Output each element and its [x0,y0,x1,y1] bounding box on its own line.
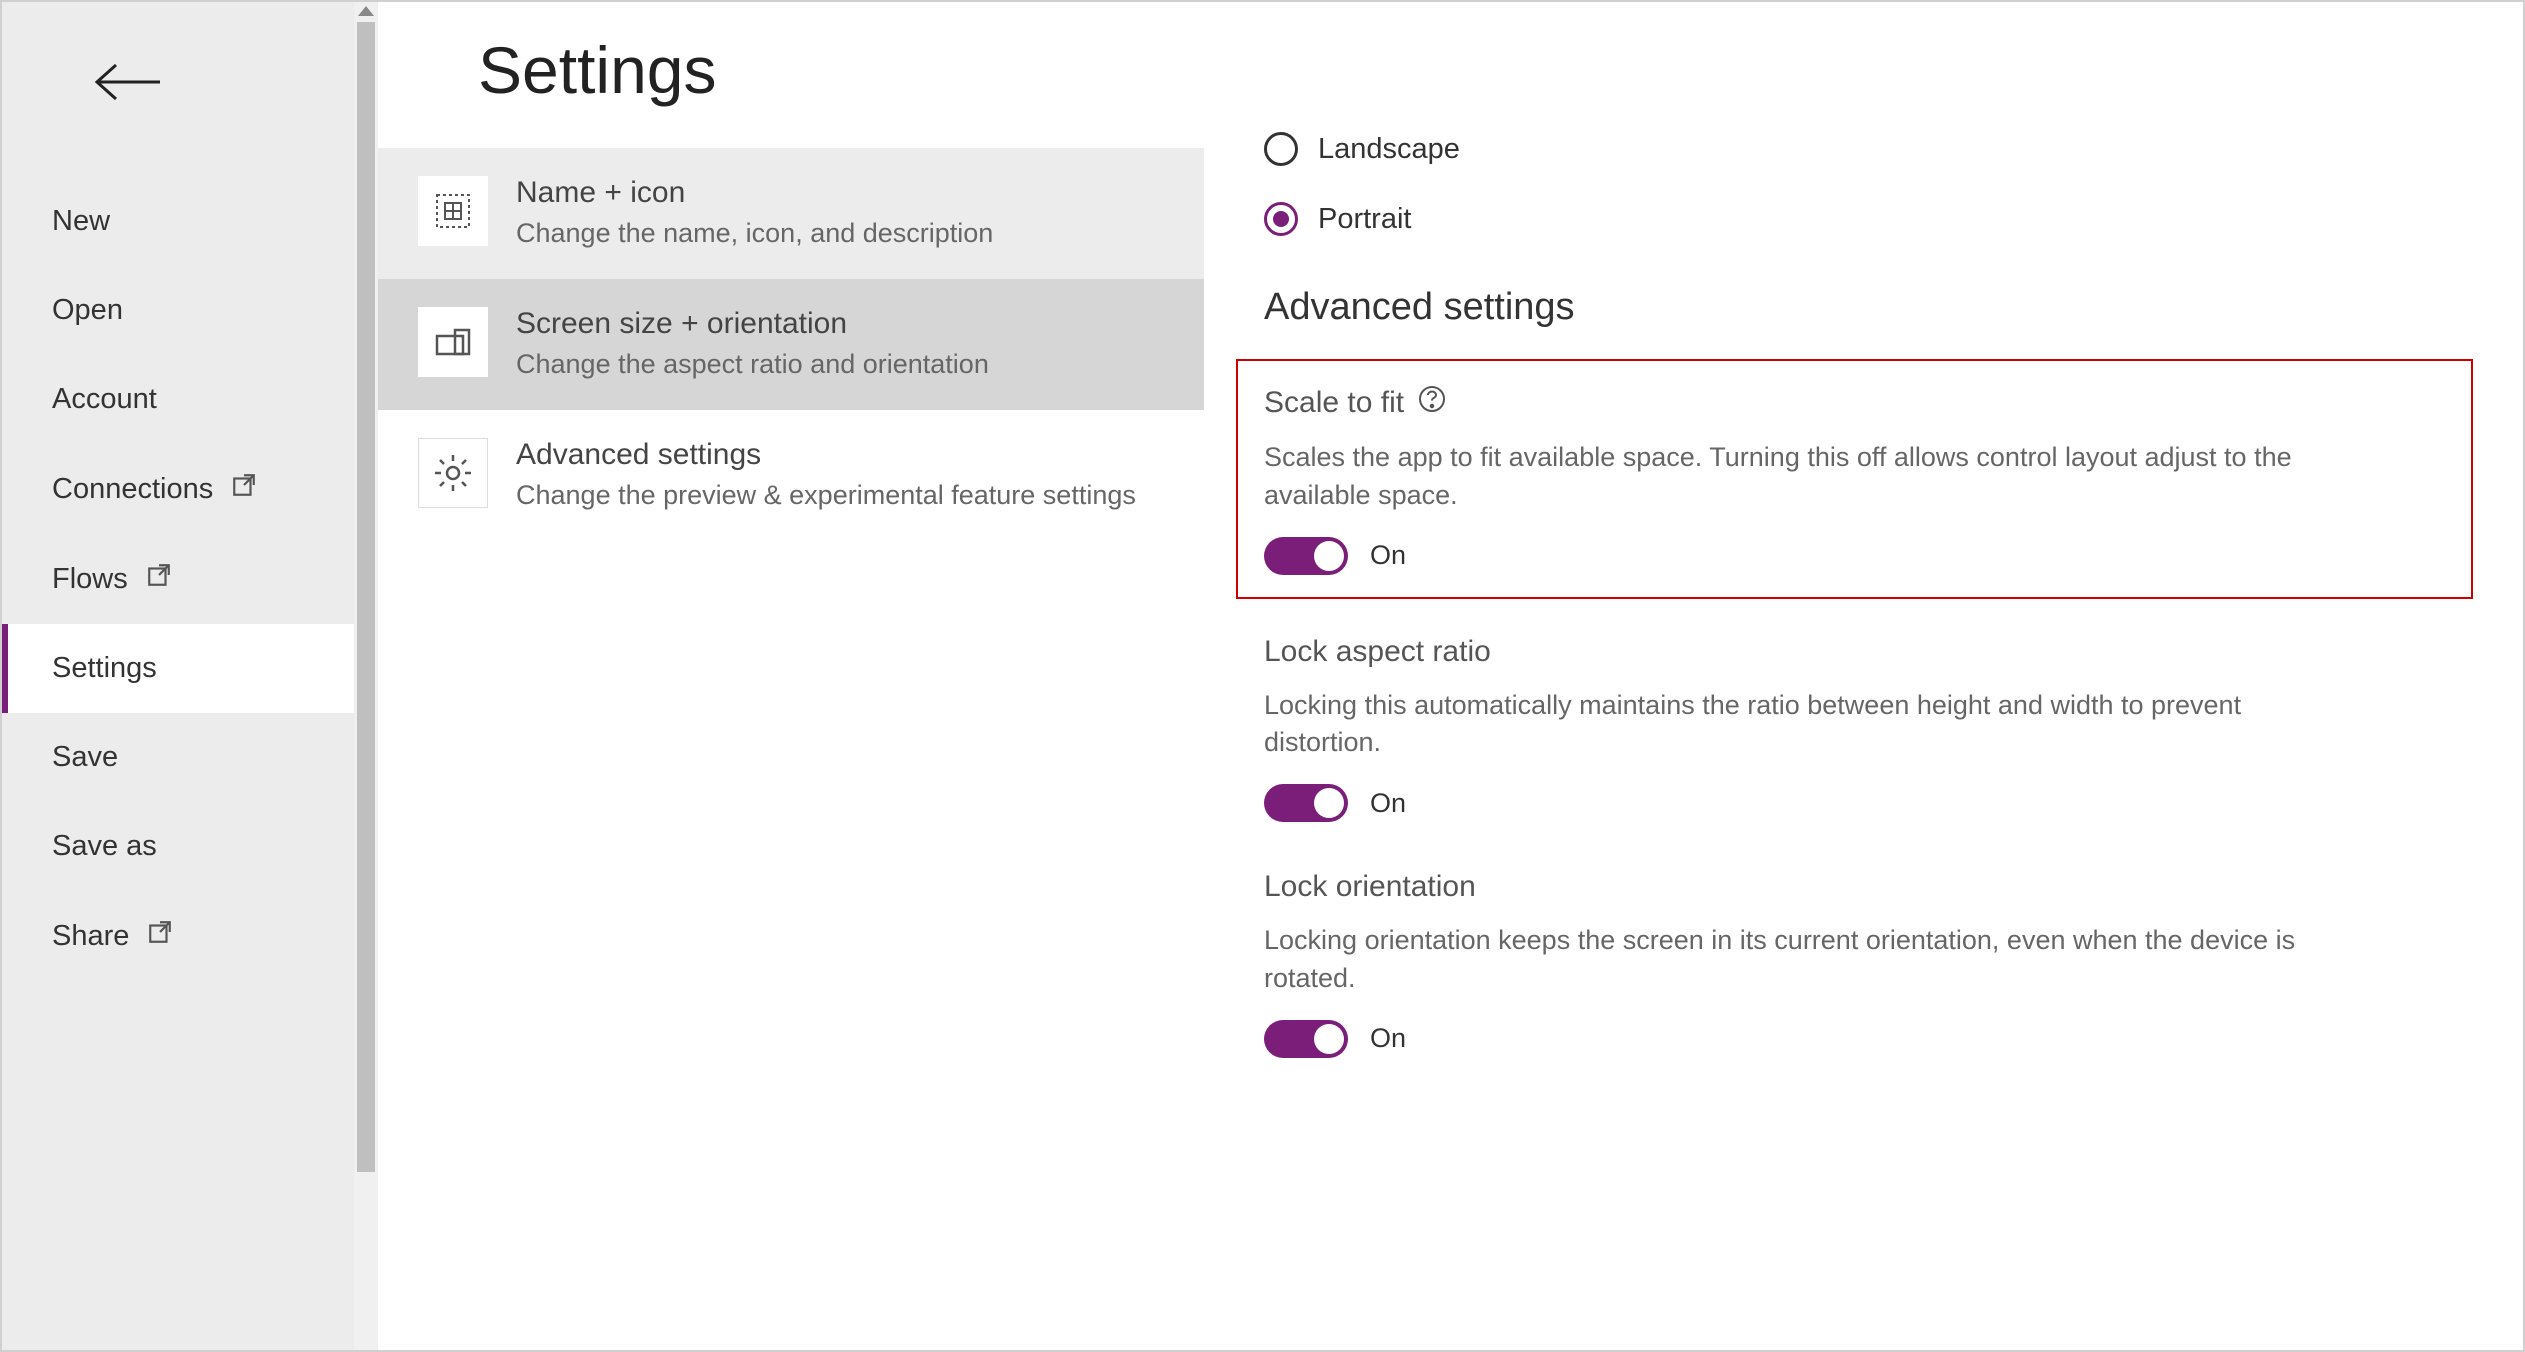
setting-desc: Locking this automatically maintains the… [1264,687,2344,763]
nav-flows[interactable]: Flows [2,534,354,624]
setting-scale-to-fit: Scale to fit Scales the app to fit avail… [1264,385,2445,575]
screen-size-icon [418,307,488,377]
radio-landscape[interactable]: Landscape [1264,132,2473,166]
back-arrow-icon [92,89,164,106]
setting-title: Lock orientation [1264,870,1476,904]
toggle-state: On [1370,788,1406,819]
setting-desc: Scales the app to fit available space. T… [1264,439,2344,515]
nav-save-as[interactable]: Save as [2,802,354,891]
external-link-icon [147,919,173,953]
gear-icon [418,438,488,508]
nav-connections[interactable]: Connections [2,444,354,534]
content-area: Settings Name + icon Change the name, ic… [378,2,2523,1350]
nav-settings[interactable]: Settings [2,624,354,713]
toggle-knob [1314,541,1344,571]
toggle-lock-aspect[interactable] [1264,784,1348,822]
nav-label: Save as [52,830,157,863]
nav-label: Connections [52,473,213,506]
nav-label: New [52,205,110,238]
scroll-up-icon [358,6,374,16]
scroll-thumb[interactable] [357,22,375,1172]
nav-new[interactable]: New [2,177,354,266]
card-desc: Change the preview & experimental featur… [516,478,1136,513]
back-button[interactable] [2,32,354,177]
external-link-icon [231,472,257,506]
radio-icon [1264,132,1298,166]
page-title: Settings [378,32,1204,148]
card-title: Advanced settings [516,438,1136,472]
setting-card-advanced[interactable]: Advanced settings Change the preview & e… [378,410,1204,541]
card-desc: Change the aspect ratio and orientation [516,347,989,382]
highlight-scale-to-fit: Scale to fit Scales the app to fit avail… [1236,359,2473,599]
nav-label: Open [52,294,123,327]
external-link-icon [146,562,172,596]
radio-portrait[interactable]: Portrait [1264,202,2473,236]
help-icon[interactable] [1418,385,1446,421]
nav-label: Flows [52,563,128,596]
toggle-lock-orientation[interactable] [1264,1020,1348,1058]
card-desc: Change the name, icon, and description [516,216,993,251]
setting-card-screen-size[interactable]: Screen size + orientation Change the asp… [378,279,1204,410]
setting-lock-orientation: Lock orientation Locking orientation kee… [1264,870,2473,1058]
toggle-state: On [1370,540,1406,571]
sidebar: New Open Account Connections Flows Setti… [2,2,354,1350]
toggle-knob [1314,788,1344,818]
scrollbar[interactable] [354,2,378,1350]
nav-label: Settings [52,652,157,685]
nav-open[interactable]: Open [2,266,354,355]
settings-list-panel: Settings Name + icon Change the name, ic… [378,2,1204,1350]
setting-title: Scale to fit [1264,386,1404,420]
radio-label: Landscape [1318,133,1460,166]
name-icon-icon [418,176,488,246]
toggle-scale-to-fit[interactable] [1264,537,1348,575]
nav-share[interactable]: Share [2,891,354,981]
nav-save[interactable]: Save [2,713,354,802]
setting-title: Lock aspect ratio [1264,635,1491,669]
setting-lock-aspect: Lock aspect ratio Locking this automatic… [1264,635,2473,823]
nav-label: Account [52,383,157,416]
radio-icon [1264,202,1298,236]
nav-label: Share [52,920,129,953]
card-title: Name + icon [516,176,993,210]
setting-desc: Locking orientation keeps the screen in … [1264,922,2344,998]
toggle-knob [1314,1024,1344,1054]
detail-panel: Landscape Portrait Advanced settings Sca… [1204,2,2523,1350]
nav-account[interactable]: Account [2,355,354,444]
radio-label: Portrait [1318,203,1411,236]
setting-card-name-icon[interactable]: Name + icon Change the name, icon, and d… [378,148,1204,279]
nav-label: Save [52,741,118,774]
advanced-heading: Advanced settings [1264,286,2473,329]
card-title: Screen size + orientation [516,307,989,341]
toggle-state: On [1370,1023,1406,1054]
